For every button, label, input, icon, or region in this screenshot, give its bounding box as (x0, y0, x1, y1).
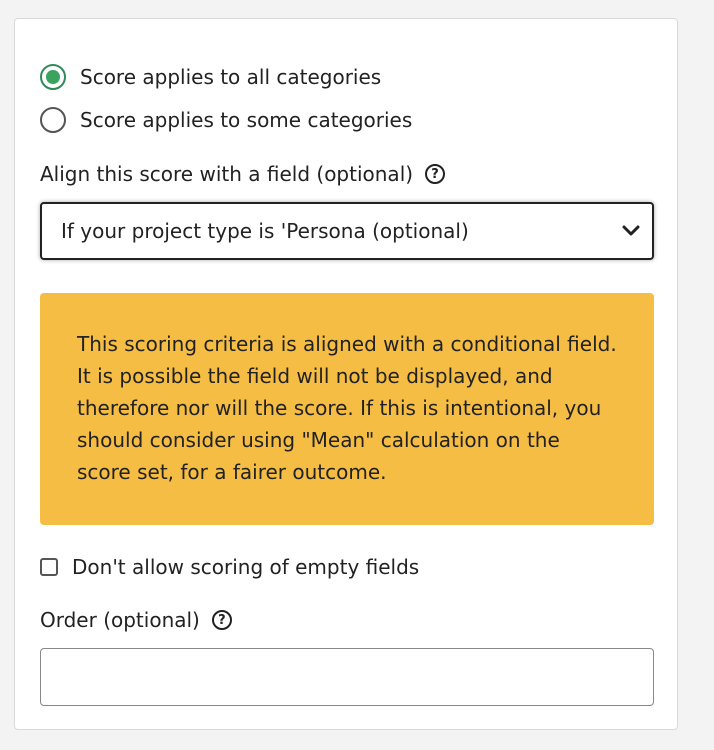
conditional-field-warning: This scoring criteria is aligned with a … (40, 293, 654, 525)
radio-all-categories[interactable] (40, 64, 66, 90)
question-circle-icon[interactable]: ? (425, 164, 446, 184)
order-label: Order (optional) (40, 608, 200, 632)
empty-fields-label: Don't allow scoring of empty fields (72, 555, 420, 579)
radio-some-categories[interactable] (40, 107, 66, 133)
empty-fields-option[interactable]: Don't allow scoring of empty fields (40, 555, 419, 579)
score-settings-panel: Score applies to all categories Score ap… (14, 18, 678, 730)
question-circle-icon[interactable]: ? (211, 610, 232, 630)
align-field-select[interactable]: If your project type is 'Persona (option… (40, 202, 654, 260)
align-field-label: Align this score with a field (optional) (40, 162, 414, 186)
warning-text: This scoring criteria is aligned with a … (77, 332, 617, 484)
radio-option-all-categories[interactable]: Score applies to all categories (40, 64, 381, 90)
radio-some-categories-label: Score applies to some categories (80, 108, 413, 132)
align-field-selected-value: If your project type is 'Persona (option… (61, 219, 469, 243)
empty-fields-checkbox[interactable] (40, 558, 58, 576)
radio-all-categories-label: Score applies to all categories (80, 65, 382, 89)
chevron-down-icon (622, 225, 640, 236)
align-field-label-row: Align this score with a field (optional)… (40, 162, 446, 186)
radio-option-some-categories[interactable]: Score applies to some categories (40, 107, 412, 133)
order-label-row: Order (optional) ? (40, 608, 232, 632)
order-input[interactable] (40, 648, 654, 706)
